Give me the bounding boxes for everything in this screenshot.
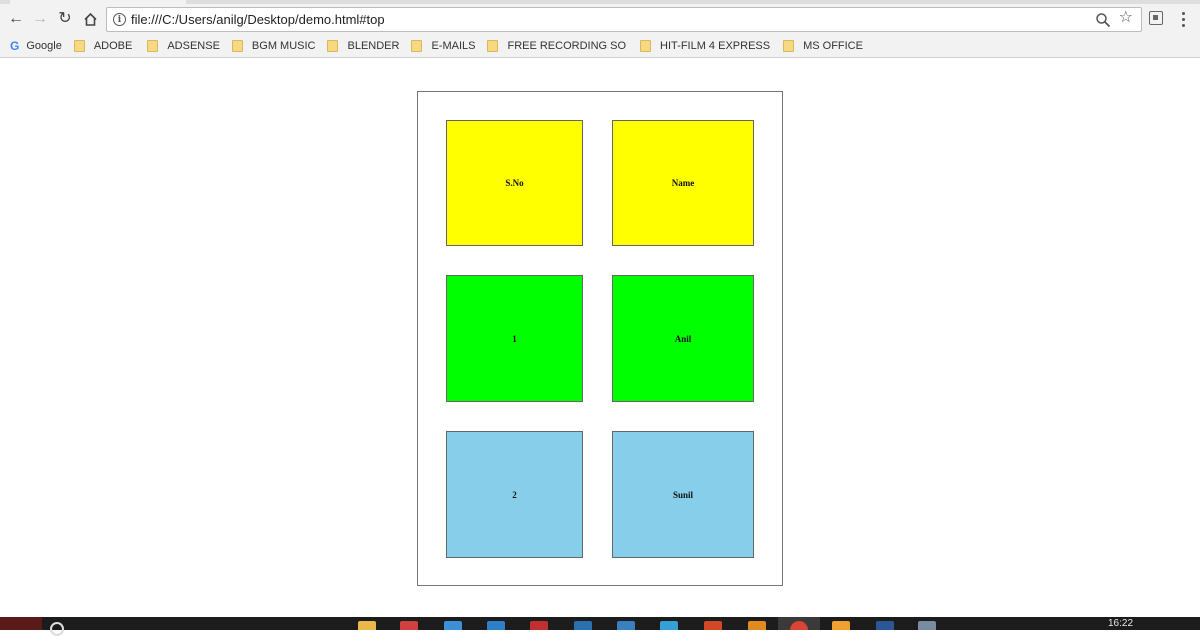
bookmark-e-mails[interactable]: E-MAILS — [411, 36, 475, 56]
bookmark-hit-film[interactable]: HIT-FILM 4 EXPRESS — [640, 36, 770, 56]
cell-text: Name — [671, 178, 695, 188]
bookmark-label: E-MAILS — [431, 40, 476, 52]
browser-menu-icon[interactable] — [1176, 10, 1190, 28]
cell-text: 2 — [512, 489, 517, 500]
address-bar[interactable]: i file:///C:/Users/anilg/Desktop/demo.ht… — [106, 7, 1142, 32]
start-button[interactable] — [0, 617, 42, 630]
table-container: S.No Name 1 Anil 2 Sunil — [417, 91, 783, 586]
reload-button[interactable]: ↻ — [54, 8, 76, 30]
header-cell-name: Name — [612, 120, 754, 246]
folder-icon — [783, 40, 795, 52]
bookmark-star-icon[interactable]: ☆ — [1119, 10, 1133, 26]
bookmark-label: Google — [26, 40, 62, 52]
edge-icon[interactable] — [444, 621, 462, 630]
folder-icon — [231, 40, 243, 52]
bookmark-label: MS OFFICE — [803, 40, 863, 52]
bookmark-label: ADOBE — [93, 40, 133, 52]
file-explorer-icon[interactable] — [358, 621, 376, 630]
app-icon[interactable] — [574, 621, 592, 630]
bookmarks-bar: G Google ADOBE ADSENSE BGM MUSIC BLENDER… — [0, 36, 1200, 56]
browser-chrome: ← → ↻ i file:///C:/Users/anilg/Desktop/d… — [0, 0, 1200, 58]
bookmark-free-recording[interactable]: FREE RECORDING SO — [487, 36, 626, 56]
folder-icon — [487, 40, 499, 52]
bookmark-label: ADSENSE — [167, 40, 220, 52]
bookmark-blender[interactable]: BLENDER — [327, 36, 399, 56]
taskbar: 16:22 — [0, 617, 1200, 636]
cell-text: 1 — [512, 333, 517, 344]
taskbar-clock[interactable]: 16:22 — [1108, 618, 1133, 629]
back-button[interactable]: ← — [5, 8, 27, 30]
cell-text: S.No — [505, 178, 524, 188]
header-cell-sno: S.No — [446, 120, 583, 246]
search-icon[interactable] — [50, 622, 64, 636]
table-cell-name: Sunil — [612, 431, 754, 558]
bookmark-adsense[interactable]: ADSENSE — [147, 36, 220, 56]
zoom-icon[interactable] — [1095, 12, 1111, 28]
table-cell-sno: 2 — [446, 431, 583, 558]
table-cell-name: Anil — [612, 275, 754, 402]
store-icon[interactable] — [487, 621, 505, 630]
browser-toolbar: ← → ↻ i file:///C:/Users/anilg/Desktop/d… — [0, 6, 1200, 34]
chrome-icon — [790, 621, 808, 630]
bookmark-label: HIT-FILM 4 EXPRESS — [660, 40, 771, 52]
url-text[interactable]: file:///C:/Users/anilg/Desktop/demo.html… — [131, 12, 385, 27]
app-icon[interactable] — [660, 621, 678, 630]
bookmark-label: FREE RECORDING SO — [507, 40, 627, 52]
app-icon[interactable] — [832, 621, 850, 630]
tab-strip — [0, 0, 1200, 4]
folder-icon — [73, 40, 85, 52]
bookmark-bgm-music[interactable]: BGM MUSIC — [231, 36, 316, 56]
bookmark-label: BGM MUSIC — [251, 40, 316, 52]
app-icon[interactable] — [918, 621, 936, 630]
extension-icon[interactable] — [1149, 11, 1163, 25]
word-icon[interactable] — [876, 621, 894, 630]
app-icon[interactable] — [617, 621, 635, 630]
folder-icon — [147, 40, 159, 52]
app-icon[interactable] — [530, 621, 548, 630]
folder-icon — [411, 40, 423, 52]
home-button[interactable] — [79, 8, 101, 30]
cell-text: Anil — [674, 333, 692, 344]
folder-icon — [327, 40, 339, 52]
folder-icon — [640, 40, 652, 52]
bookmark-adobe[interactable]: ADOBE — [73, 36, 133, 56]
google-icon: G — [10, 39, 20, 53]
office-icon[interactable] — [704, 621, 722, 630]
calendar-icon[interactable] — [400, 621, 418, 630]
bookmark-google[interactable]: G Google — [10, 36, 62, 56]
table-cell-sno: 1 — [446, 275, 583, 402]
chrome-taskbar-button[interactable] — [778, 617, 820, 630]
bookmark-label: BLENDER — [347, 40, 400, 52]
cell-text: Sunil — [672, 489, 694, 500]
info-icon[interactable]: i — [113, 13, 126, 26]
forward-button[interactable]: → — [29, 8, 51, 30]
active-tab[interactable] — [10, 0, 186, 4]
bookmark-ms-office[interactable]: MS OFFICE — [783, 36, 863, 56]
home-icon — [83, 12, 97, 26]
app-icon[interactable] — [748, 621, 766, 630]
